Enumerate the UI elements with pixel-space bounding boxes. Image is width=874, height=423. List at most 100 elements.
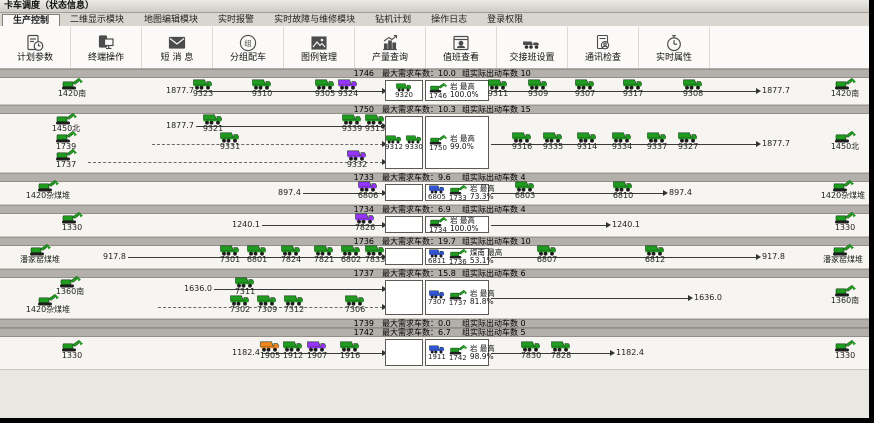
truck-9308[interactable]: 9308 xyxy=(676,79,710,98)
truck-id-label: 9323 xyxy=(186,90,220,98)
truck-9316[interactable]: 9316 xyxy=(505,132,539,151)
tab-0[interactable]: 生产控制 xyxy=(2,14,60,26)
truck-9321[interactable]: 9321 xyxy=(196,114,230,133)
tab-5[interactable]: 钻机计划 xyxy=(365,14,421,26)
truck-7826[interactable]: 7826 xyxy=(348,213,382,232)
left-unit-1737[interactable]: 1737 xyxy=(30,148,102,169)
toolbar-legend-manage-button[interactable]: 图例管理 xyxy=(284,27,355,68)
shovel-1750[interactable]: 1750 xyxy=(428,134,448,152)
truck-6811[interactable]: 6811 xyxy=(428,249,446,265)
person-check-icon xyxy=(593,32,613,53)
truck-6806[interactable]: 6806 xyxy=(351,181,385,200)
queue-box xyxy=(385,216,423,233)
truck-7306[interactable]: 7306 xyxy=(338,295,372,314)
truck-7311[interactable]: 7311 xyxy=(228,277,262,296)
truck-id-label: 1916 xyxy=(333,352,367,360)
truck-6810[interactable]: 6810 xyxy=(606,181,640,200)
truck-9330[interactable]: 9330 xyxy=(405,135,423,151)
max-demand-label: 最大需求车数：15.8 xyxy=(382,270,456,277)
right-unit-1360南[interactable]: 1360南 xyxy=(809,284,869,305)
truck-1907[interactable]: 1907 xyxy=(300,341,334,360)
shovel-1746[interactable]: 1746 xyxy=(428,82,448,100)
left-unit-1420杂煤堆[interactable]: 1420杂煤堆 xyxy=(12,179,84,200)
truck-id-label: 9337 xyxy=(640,143,674,151)
truck-9335[interactable]: 9335 xyxy=(536,132,570,151)
truck-1916[interactable]: 1916 xyxy=(333,341,367,360)
truck-id-label: 9331 xyxy=(213,143,247,151)
right-unit-1420杂煤堆[interactable]: 1420杂煤堆 xyxy=(807,179,869,200)
toolbar-shift-settings-button[interactable]: 交接班设置 xyxy=(497,27,568,68)
toolbar-plan-params-button[interactable]: 计划参数 xyxy=(0,27,71,68)
haul-line xyxy=(152,144,383,145)
truck-id-label: 9309 xyxy=(521,90,555,98)
truck-9331[interactable]: 9331 xyxy=(213,132,247,151)
truck-9310[interactable]: 9310 xyxy=(245,79,279,98)
title-bar: 卡车调度（状态信息） xyxy=(0,0,869,13)
tab-1[interactable]: 二维显示模块 xyxy=(60,14,134,26)
truck-9324[interactable]: 9324 xyxy=(331,79,365,98)
right-unit-1330[interactable]: 1330 xyxy=(809,211,869,232)
route-distance: 1877.7 xyxy=(762,140,790,148)
truck-9323[interactable]: 9323 xyxy=(186,79,220,98)
truck-6803[interactable]: 6803 xyxy=(508,181,542,200)
left-unit-潘家窑煤堆[interactable]: 潘家窑煤堆 xyxy=(4,243,76,264)
left-unit-1330[interactable]: 1330 xyxy=(36,339,108,360)
truck-9332[interactable]: 9332 xyxy=(340,150,374,169)
toolbar-terminal-op-button[interactable]: 终端操作 xyxy=(71,27,142,68)
toolbar-short-message-button[interactable]: 短 消 息 xyxy=(142,27,213,68)
truck-9334[interactable]: 9334 xyxy=(605,132,639,151)
toolbar-output-query-button[interactable]: 产量查询 xyxy=(355,27,426,68)
toolbar-realtime-attr-button[interactable]: 实时属性 xyxy=(639,27,710,68)
truck-6807[interactable]: 6807 xyxy=(530,245,564,264)
truck-id-label: 7826 xyxy=(348,224,382,232)
lane-header-1750: 1750最大需求车数：10.3组实际出动车数 15 xyxy=(0,105,869,114)
tab-2[interactable]: 地图编辑模块 xyxy=(134,14,208,26)
tab-4[interactable]: 实时故障与维修模块 xyxy=(264,14,365,26)
truck-6812[interactable]: 6812 xyxy=(638,245,672,264)
tab-3[interactable]: 实时报警 xyxy=(208,14,264,26)
truck-7824[interactable]: 7824 xyxy=(274,245,308,264)
actual-count-label: 组实际出动车数 4 xyxy=(462,174,526,181)
right-unit-1330[interactable]: 1330 xyxy=(809,339,869,360)
shovel-id-label: 1733 xyxy=(448,195,468,202)
truck-id-label: 6811 xyxy=(428,258,446,265)
right-unit-潘家窑煤堆[interactable]: 潘家窑煤堆 xyxy=(807,243,869,264)
shovel-1733[interactable]: 1733 xyxy=(448,184,468,202)
truck-7312[interactable]: 7312 xyxy=(277,295,311,314)
toolbar-duty-view-button[interactable]: 值班查看 xyxy=(426,27,497,68)
truck-9307[interactable]: 9307 xyxy=(568,79,602,98)
shovel-load-info: 岩 最高100.0% xyxy=(450,217,479,233)
truck-7828[interactable]: 7828 xyxy=(544,341,578,360)
toolbar-group-assign-button[interactable]: 组分组配车 xyxy=(213,27,284,68)
truck-7307[interactable]: 7307 xyxy=(428,290,446,306)
shovel-1734[interactable]: 1734 xyxy=(428,216,448,234)
shovel-1742[interactable]: 1742 xyxy=(448,344,468,362)
right-unit-1450北[interactable]: 1450北 xyxy=(809,130,869,151)
truck-6801[interactable]: 6801 xyxy=(240,245,274,264)
route-distance: 897.4 xyxy=(669,189,692,197)
shovel-1737[interactable]: 1737 xyxy=(448,289,468,307)
truck-id-label: 6812 xyxy=(638,256,672,264)
truck-9312[interactable]: 9312 xyxy=(385,135,403,151)
truck-9309[interactable]: 9309 xyxy=(521,79,555,98)
left-unit-1420杂煤堆[interactable]: 1420杂煤堆 xyxy=(12,293,84,314)
truck-7830[interactable]: 7830 xyxy=(514,341,548,360)
truck-9337[interactable]: 9337 xyxy=(640,132,674,151)
toolbar-comm-check-button[interactable]: 通讯检查 xyxy=(568,27,639,68)
shovel-1736[interactable]: 1736 xyxy=(448,248,468,266)
left-unit-1420南[interactable]: 1420南 xyxy=(36,77,108,98)
lane-header-1736: 1736最大需求车数：19.7组实际出动车数 10 xyxy=(0,237,869,246)
truck-9311[interactable]: 9311 xyxy=(481,79,515,98)
truck-9314[interactable]: 9314 xyxy=(570,132,604,151)
tab-7[interactable]: 登录权限 xyxy=(477,14,533,26)
truck-id-label: 9324 xyxy=(331,90,365,98)
truck-1911[interactable]: 1911 xyxy=(428,345,446,361)
truck-9317[interactable]: 9317 xyxy=(616,79,650,98)
truck-id-label: 1911 xyxy=(428,354,446,361)
right-unit-1420南[interactable]: 1420南 xyxy=(809,77,869,98)
truck-6805[interactable]: 6805 xyxy=(428,185,446,201)
tab-6[interactable]: 操作日志 xyxy=(421,14,477,26)
truck-9327[interactable]: 9327 xyxy=(671,132,705,151)
left-unit-1330[interactable]: 1330 xyxy=(36,211,108,232)
truck-9320[interactable]: 9320 xyxy=(395,83,413,99)
